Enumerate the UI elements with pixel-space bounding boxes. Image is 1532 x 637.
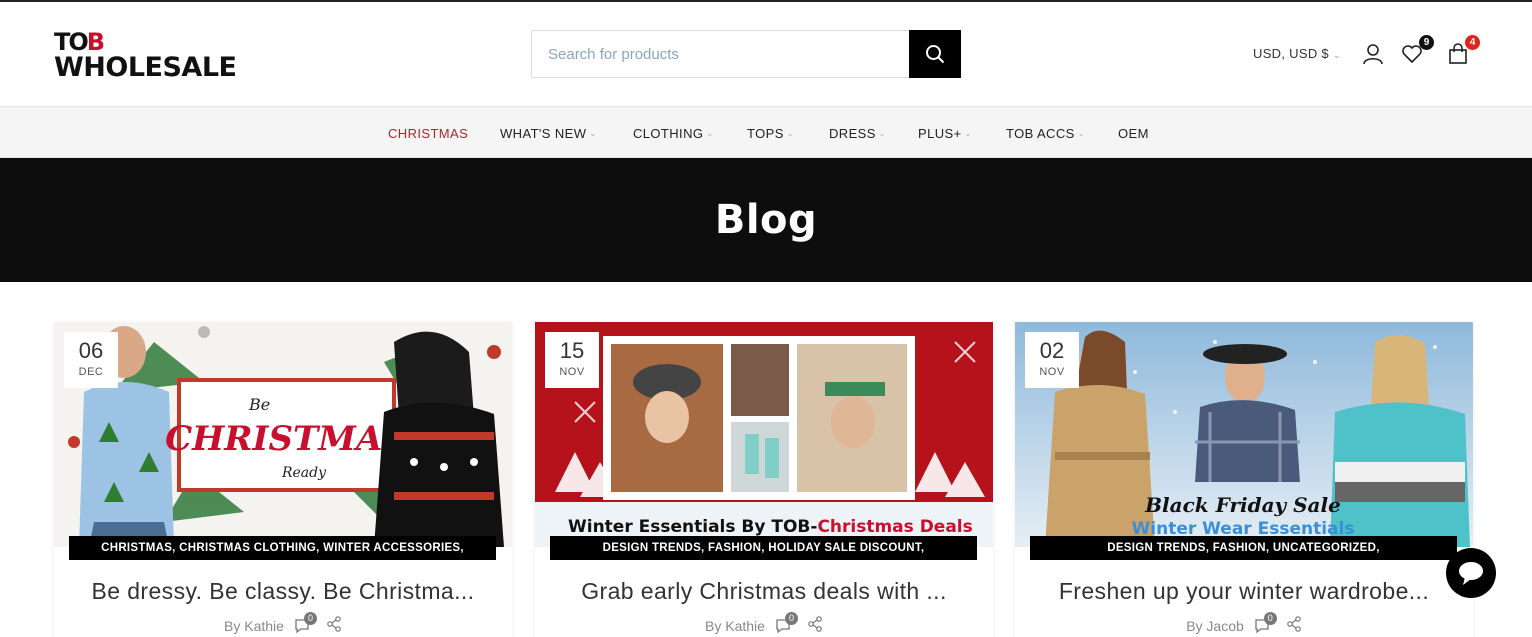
black-friday-illustration: Black Friday Sale Winter Wear Essentials — [1015, 322, 1473, 547]
wishlist-count-badge: 9 — [1419, 35, 1434, 50]
winter-essentials-illustration: Winter Essentials By TOB-Christmas Deals — [535, 322, 993, 547]
nav-item-christmas[interactable]: CHRISTMAS — [388, 126, 468, 141]
nav-item-whats-new[interactable]: WHAT'S NEW ⌄ — [500, 126, 597, 141]
nav-item-tops[interactable]: TOPS ⌄ — [747, 126, 794, 141]
post-author[interactable]: By Kathie — [224, 618, 284, 634]
svg-text:Black Friday Sale: Black Friday Sale — [1144, 493, 1341, 517]
nav-label: TOB ACCS — [1006, 126, 1075, 141]
cart-button[interactable]: 4 — [1446, 35, 1480, 66]
nav-label: TOPS — [747, 126, 784, 141]
nav-item-tob-accs[interactable]: TOB ACCS ⌄ — [1006, 126, 1085, 141]
post-day: 06 — [78, 338, 104, 363]
nav-label: CHRISTMAS — [388, 126, 469, 141]
search-bar — [531, 30, 961, 78]
live-chat-button[interactable] — [1446, 548, 1496, 598]
blog-post-card[interactable]: Be CHRISTMAS Ready 06 DEC CHRISTMAS, CHR… — [54, 322, 512, 637]
post-author[interactable]: By Jacob — [1186, 618, 1244, 634]
svg-text:Ready: Ready — [281, 465, 327, 481]
chevron-down-icon: ⌄ — [964, 129, 972, 138]
chevron-down-icon: ⌄ — [706, 129, 714, 138]
comment-count-badge: 0 — [1263, 611, 1277, 625]
post-categories[interactable]: DESIGN TRENDS, FASHION, UNCATEGORIZED, — [1030, 536, 1457, 560]
post-categories[interactable]: DESIGN TRENDS, FASHION, HOLIDAY SALE DIS… — [550, 536, 977, 560]
search-button[interactable] — [909, 30, 961, 78]
post-title[interactable]: Grab early Christmas deals with ... — [535, 578, 993, 605]
post-image[interactable]: Black Friday Sale Winter Wear Essentials… — [1015, 322, 1473, 547]
nav-label: CLOTHING — [633, 126, 704, 141]
site-logo[interactable]: TOB WHOLESALE — [54, 28, 254, 84]
blog-post-card[interactable]: Winter Essentials By TOB-Christmas Deals… — [535, 322, 993, 637]
post-month: NOV — [1039, 366, 1065, 378]
post-date: 02 NOV — [1025, 332, 1079, 388]
nav-label: OEM — [1118, 126, 1149, 141]
comments-button[interactable]: 0 — [1254, 611, 1277, 634]
post-date: 15 NOV — [545, 332, 599, 388]
post-month: DEC — [78, 366, 104, 378]
nav-label: WHAT'S NEW — [500, 126, 587, 141]
post-month: NOV — [559, 366, 585, 378]
account-button[interactable] — [1361, 42, 1385, 66]
user-icon — [1363, 44, 1383, 65]
post-meta: By Kathie 0 — [535, 611, 993, 635]
svg-text:Be: Be — [248, 395, 270, 414]
nav-item-dress[interactable]: DRESS ⌄ — [829, 126, 886, 141]
page-banner: Blog — [0, 158, 1532, 282]
cart-count-badge: 4 — [1465, 35, 1480, 50]
chevron-down-icon: ⌄ — [1077, 129, 1085, 138]
nav-item-oem[interactable]: OEM — [1118, 126, 1149, 141]
post-image[interactable]: Be CHRISTMAS Ready 06 DEC — [54, 322, 512, 547]
share-icon — [1286, 616, 1301, 632]
currency-selector[interactable]: USD, USD $ ⌄ — [1253, 46, 1341, 61]
post-categories[interactable]: CHRISTMAS, CHRISTMAS CLOTHING, WINTER AC… — [69, 536, 496, 560]
page-title: Blog — [714, 197, 818, 243]
chevron-down-icon: ⌄ — [786, 129, 794, 138]
main-navigation: CHRISTMAS WHAT'S NEW ⌄ CLOTHING ⌄ TOPS ⌄ DR… — [0, 106, 1532, 158]
post-date: 06 DEC — [64, 332, 118, 388]
christmas-sweater-illustration: Be CHRISTMAS Ready — [54, 322, 512, 547]
chat-bubble-icon — [1459, 562, 1483, 585]
post-meta: By Kathie 0 — [54, 611, 512, 635]
post-title[interactable]: Be dressy. Be classy. Be Christma... — [54, 578, 512, 605]
nav-item-plus[interactable]: PLUS+ ⌄ — [918, 126, 972, 141]
wishlist-button[interactable]: 9 — [1400, 35, 1434, 66]
chevron-down-icon: ⌄ — [589, 129, 597, 138]
svg-text:CHRISTMAS: CHRISTMAS — [165, 419, 407, 459]
svg-text:Winter Essentials By TOB-Chris: Winter Essentials By TOB-Christmas Deals — [568, 517, 973, 537]
chevron-down-icon: ⌄ — [1332, 50, 1341, 60]
currency-label: USD, USD $ — [1253, 46, 1329, 61]
comment-count-badge: 0 — [784, 611, 798, 625]
logo-bottom-text: WHOLESALE — [54, 52, 237, 83]
share-button[interactable] — [1286, 616, 1302, 635]
nav-label: DRESS — [829, 126, 876, 141]
post-title[interactable]: Freshen up your winter wardrobe... — [1015, 578, 1473, 605]
blog-post-card[interactable]: Black Friday Sale Winter Wear Essentials… — [1015, 322, 1473, 637]
post-author[interactable]: By Kathie — [705, 618, 765, 634]
search-icon — [926, 45, 945, 64]
nav-label: PLUS+ — [918, 126, 962, 141]
share-icon — [808, 616, 822, 632]
search-input[interactable] — [532, 31, 910, 77]
chevron-down-icon: ⌄ — [878, 129, 886, 138]
post-day: 15 — [559, 338, 585, 363]
share-button[interactable] — [326, 616, 342, 635]
comments-button[interactable]: 0 — [775, 611, 798, 634]
post-image[interactable]: Winter Essentials By TOB-Christmas Deals… — [535, 322, 993, 547]
share-button[interactable] — [807, 616, 823, 635]
site-header: TOB WHOLESALE USD, USD $⌄ 9 4 — [0, 2, 1532, 106]
nav-item-clothing[interactable]: CLOTHING ⌄ — [633, 126, 713, 141]
share-icon — [327, 616, 341, 632]
comment-count-badge: 0 — [303, 611, 317, 625]
post-meta: By Jacob 0 — [1015, 611, 1473, 635]
comments-button[interactable]: 0 — [294, 611, 317, 634]
post-day: 02 — [1039, 338, 1065, 363]
